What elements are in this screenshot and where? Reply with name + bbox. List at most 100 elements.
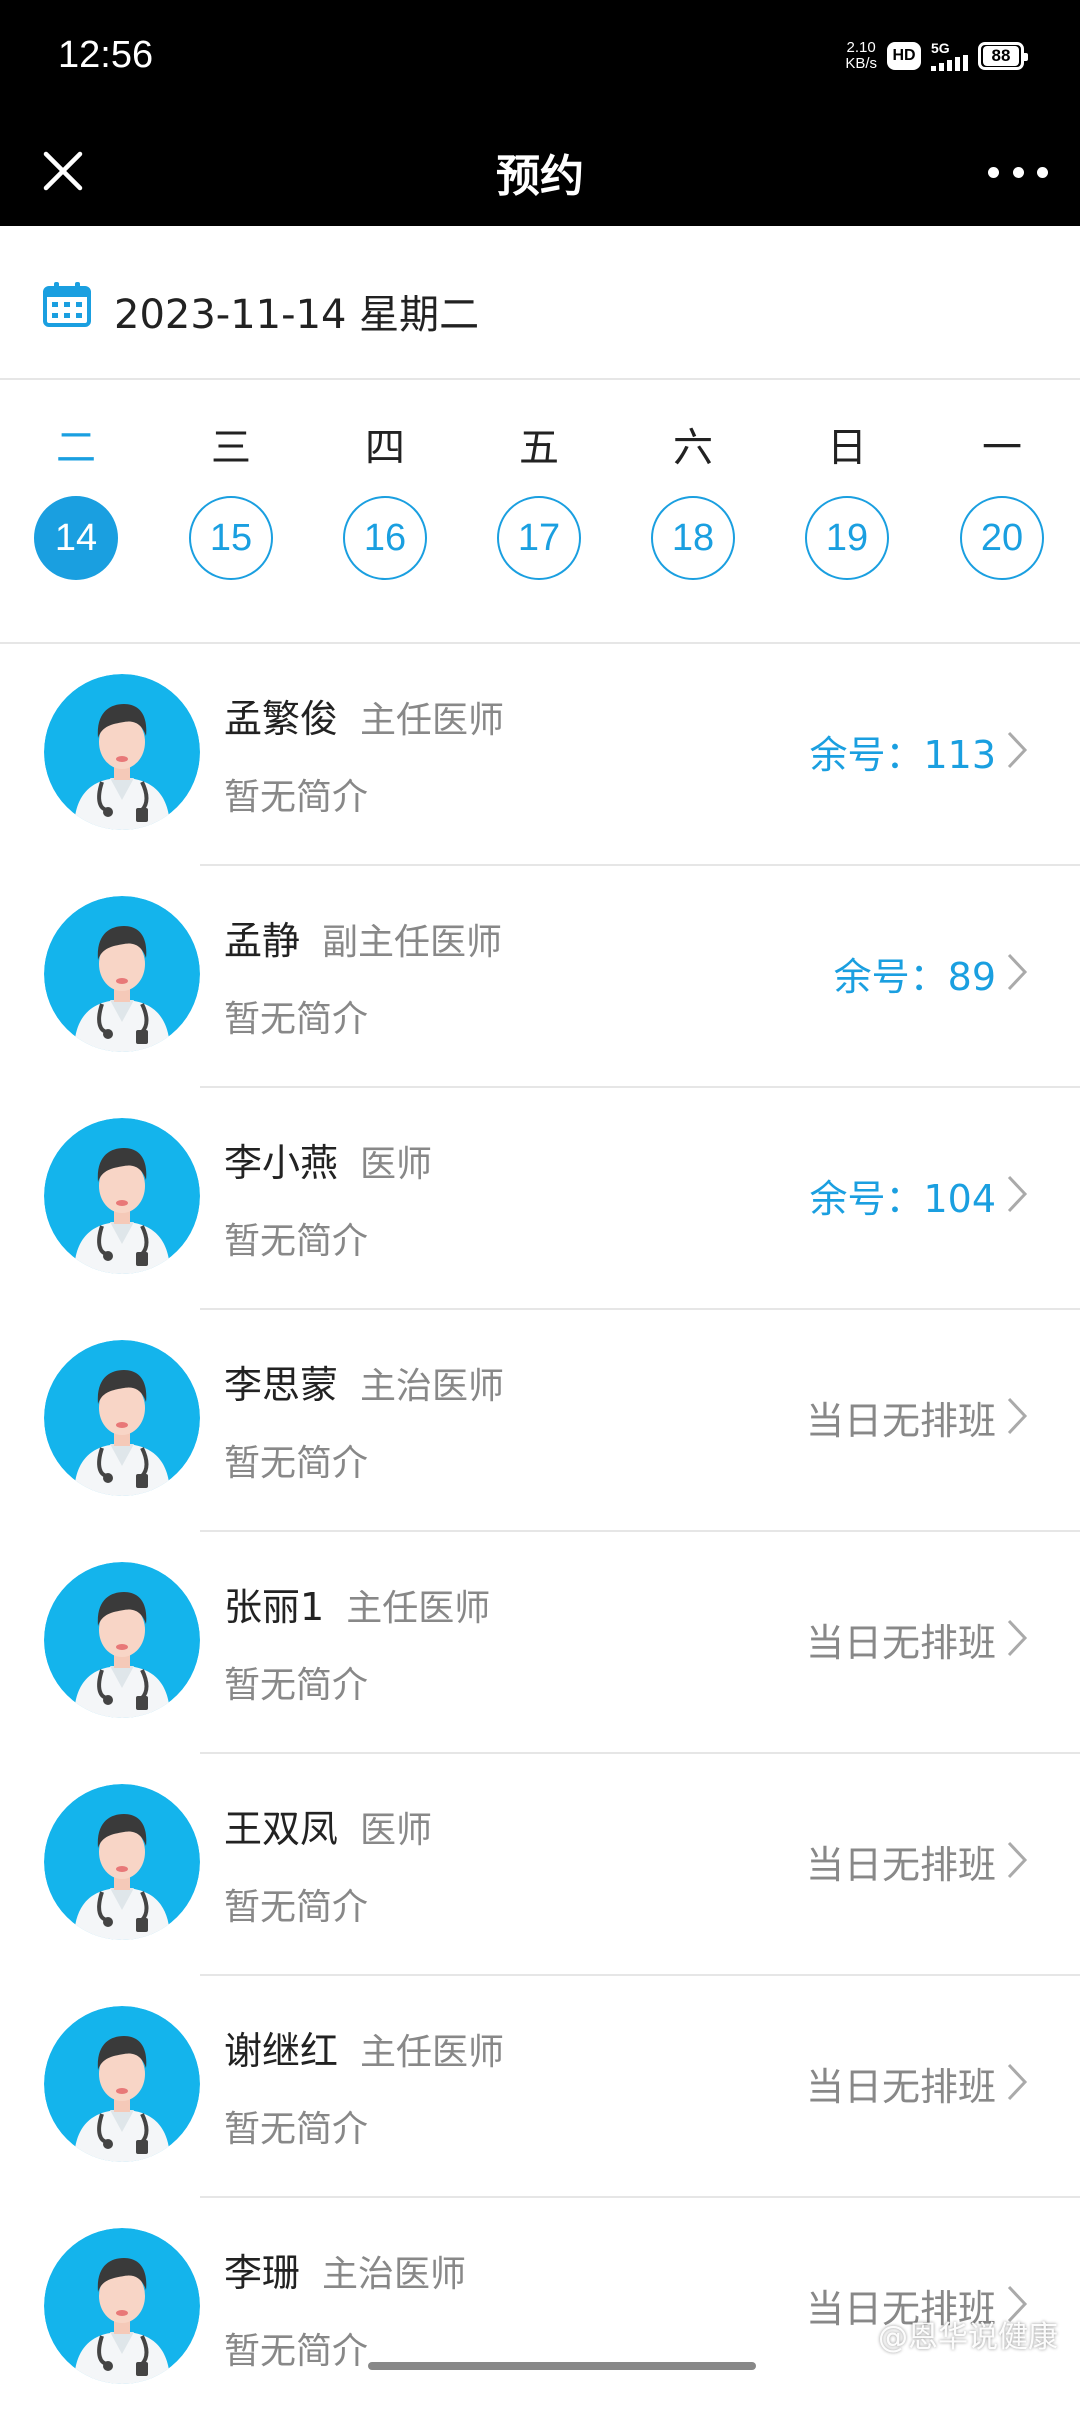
day-number: 15 — [189, 496, 273, 580]
doctor-avatar-icon — [44, 674, 200, 830]
network-speed-unit: KB/s — [845, 55, 877, 72]
weekday-label: 日 — [827, 425, 867, 471]
doctor-name: 李小燕 — [224, 1141, 339, 1185]
selected-date-bar[interactable]: 2023-11-14 星期二 — [0, 226, 1080, 380]
chevron-right-icon — [1007, 1397, 1028, 1435]
day-tab-17[interactable]: 五 17 — [494, 420, 584, 580]
network-speed: 2.10 KB/s — [845, 40, 877, 72]
day-number: 17 — [497, 496, 581, 580]
weekday-label: 五 — [519, 425, 559, 471]
status-time: 12:56 — [58, 34, 154, 76]
selected-date: 2023-11-14 星期二 — [114, 292, 480, 338]
day-number: 16 — [343, 496, 427, 580]
doctor-name-line: 李思蒙 主治医师 — [224, 1354, 504, 1409]
doctor-avatar-icon — [44, 2228, 200, 2384]
calendar-icon — [42, 280, 92, 328]
hd-icon: HD — [887, 42, 921, 70]
chevron-right-icon — [1007, 953, 1028, 991]
doctor-title: 医师 — [360, 1810, 433, 1851]
doctor-name-line: 李珊 主治医师 — [224, 2242, 466, 2297]
doctor-row[interactable]: 孟繁俊 主任医师 暂无简介 余号：113 — [0, 644, 1080, 866]
chevron-right-icon — [1007, 1619, 1028, 1657]
watermark: @恩华说健康 — [878, 2320, 1058, 2355]
doctor-intro: 暂无简介 — [224, 2331, 369, 2372]
network-speed-value: 2.10 — [846, 39, 876, 56]
doctor-intro: 暂无简介 — [224, 1887, 369, 1928]
week-selector: 二 14 三 15 四 16 五 17 六 18 日 19 一 20 — [0, 380, 1080, 644]
doctor-title: 主治医师 — [360, 1366, 505, 1407]
day-tab-18[interactable]: 六 18 — [648, 420, 738, 580]
day-tab-20[interactable]: 一 20 — [957, 420, 1047, 580]
no-schedule-status: 当日无排班 — [805, 1621, 996, 1665]
status-icons: 2.10 KB/s HD 5G 88 — [845, 40, 1028, 72]
day-tab-15[interactable]: 三 15 — [186, 420, 276, 580]
doctor-name: 孟静 — [224, 919, 301, 963]
status-bar: 12:56 2.10 KB/s HD 5G 88 — [0, 0, 1080, 118]
doctor-intro: 暂无简介 — [224, 2109, 369, 2150]
weekday-label: 四 — [365, 425, 405, 471]
weekday-label: 二 — [56, 425, 96, 471]
doctor-avatar-icon — [44, 1340, 200, 1496]
doctor-avatar-icon — [44, 1562, 200, 1718]
doctor-avatar-icon — [44, 1784, 200, 1940]
doctor-avatar-icon — [44, 2006, 200, 2162]
doctor-name: 孟繁俊 — [224, 697, 339, 741]
doctor-title: 主任医师 — [346, 1588, 491, 1629]
weekday-label: 一 — [982, 425, 1022, 471]
doctor-name-line: 王双凤 医师 — [224, 1798, 432, 1853]
no-schedule-status: 当日无排班 — [805, 1399, 996, 1443]
doctor-title: 主任医师 — [360, 700, 505, 741]
doctor-intro: 暂无简介 — [224, 999, 369, 1040]
doctor-intro: 暂无简介 — [224, 1665, 369, 1706]
doctor-row[interactable]: 谢继红 主任医师 暂无简介 当日无排班 — [0, 1976, 1080, 2198]
doctor-avatar-icon — [44, 1118, 200, 1274]
doctor-name: 张丽1 — [224, 1585, 325, 1629]
network-type: 5G — [931, 40, 950, 56]
doctor-name-line: 张丽1 主任医师 — [224, 1576, 490, 1631]
remaining-slots: 余号：89 — [833, 955, 996, 999]
no-schedule-status: 当日无排班 — [805, 1843, 996, 1887]
remaining-slots: 余号：104 — [809, 1177, 996, 1221]
page-title: 预约 — [496, 151, 584, 202]
day-number: 20 — [960, 496, 1044, 580]
day-number: 18 — [651, 496, 735, 580]
no-schedule-status: 当日无排班 — [805, 2065, 996, 2109]
battery-icon: 88 — [978, 42, 1028, 70]
day-number: 14 — [34, 496, 118, 580]
day-tab-19[interactable]: 日 19 — [802, 420, 892, 580]
home-indicator[interactable] — [368, 2362, 756, 2370]
doctor-name: 李珊 — [224, 2251, 301, 2295]
chevron-right-icon — [1007, 1841, 1028, 1879]
more-icon[interactable] — [988, 152, 1048, 192]
doctor-name-line: 孟繁俊 主任医师 — [224, 688, 504, 743]
doctor-title: 主任医师 — [360, 2032, 505, 2073]
chevron-right-icon — [1007, 2063, 1028, 2101]
doctor-avatar-icon — [44, 896, 200, 1052]
day-tab-16[interactable]: 四 16 — [340, 420, 430, 580]
day-number: 19 — [805, 496, 889, 580]
doctor-name: 谢继红 — [224, 2029, 339, 2073]
doctor-intro: 暂无简介 — [224, 777, 369, 818]
doctor-list: 孟繁俊 主任医师 暂无简介 余号：113 孟静 副主任医师 暂无简介 余号：89… — [0, 644, 1080, 2420]
doctor-row[interactable]: 李思蒙 主治医师 暂无简介 当日无排班 — [0, 1310, 1080, 1532]
doctor-row[interactable]: 张丽1 主任医师 暂无简介 当日无排班 — [0, 1532, 1080, 1754]
doctor-row[interactable]: 李珊 主治医师 暂无简介 当日无排班 — [0, 2198, 1080, 2420]
doctor-row[interactable]: 李小燕 医师 暂无简介 余号：104 — [0, 1088, 1080, 1310]
doctor-intro: 暂无简介 — [224, 1443, 369, 1484]
doctor-name: 李思蒙 — [224, 1363, 339, 1407]
doctor-title: 医师 — [360, 1144, 433, 1185]
doctor-row[interactable]: 孟静 副主任医师 暂无简介 余号：89 — [0, 866, 1080, 1088]
signal-icon: 5G — [931, 41, 968, 71]
doctor-name: 王双凤 — [224, 1807, 339, 1851]
weekday-label: 三 — [211, 425, 251, 471]
doctor-title: 副主任医师 — [322, 922, 503, 963]
doctor-intro: 暂无简介 — [224, 1221, 369, 1262]
day-tab-14[interactable]: 二 14 — [31, 420, 121, 580]
navigation-bar: 预约 — [0, 118, 1080, 226]
chevron-right-icon — [1007, 731, 1028, 769]
doctor-name-line: 李小燕 医师 — [224, 1132, 432, 1187]
weekday-label: 六 — [673, 425, 713, 471]
doctor-name-line: 谢继红 主任医师 — [224, 2020, 504, 2075]
doctor-row[interactable]: 王双凤 医师 暂无简介 当日无排班 — [0, 1754, 1080, 1976]
battery-level: 88 — [983, 46, 1019, 66]
